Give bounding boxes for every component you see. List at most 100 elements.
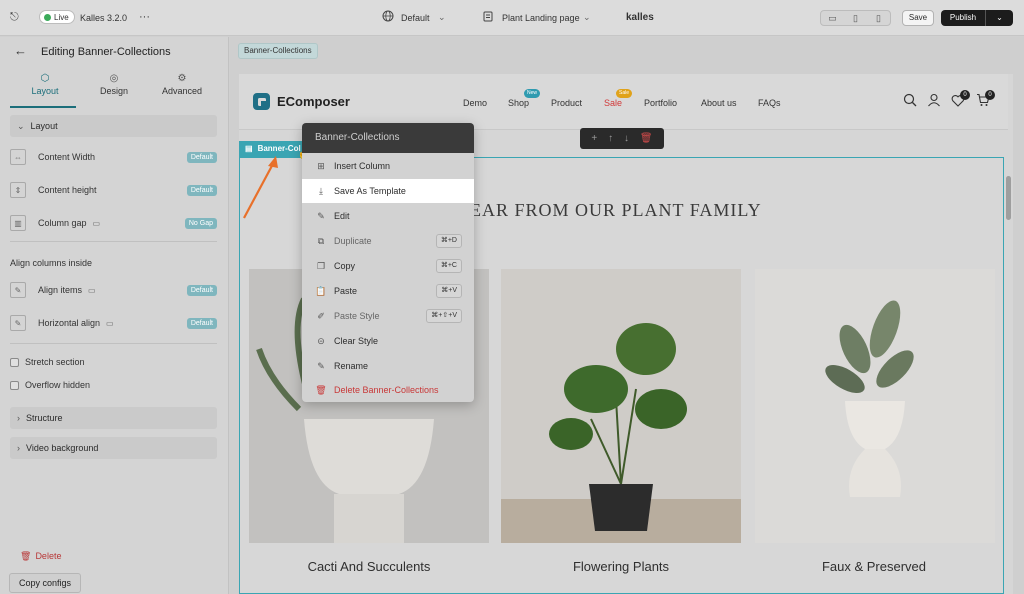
- theme-name: Kalles 3.2.0: [80, 13, 128, 23]
- page-select[interactable]: Plant Landing page: [502, 13, 580, 23]
- menu-item-copy[interactable]: ❐ Copy ⌘+C: [302, 254, 474, 278]
- align-items-row[interactable]: ✎ Align items ▭ Default: [10, 279, 217, 301]
- copy-configs-button[interactable]: Copy configs: [9, 573, 82, 593]
- value-badge[interactable]: Default: [186, 151, 217, 163]
- paste-icon: 📋: [315, 285, 327, 296]
- move-up-icon[interactable]: ↑: [608, 133, 613, 144]
- value-badge[interactable]: Default: [186, 317, 217, 329]
- breadcrumb[interactable]: Banner-Collections: [238, 43, 318, 59]
- collection-card-image[interactable]: [501, 269, 741, 543]
- row-label: Align items: [38, 285, 83, 295]
- mobile-icon[interactable]: ▯: [867, 11, 890, 25]
- menu-item-rename[interactable]: ✎ Rename: [302, 354, 474, 378]
- search-icon[interactable]: [903, 93, 917, 109]
- tab-advanced[interactable]: ⚙ Advanced: [150, 73, 214, 96]
- menu-item-insert-column[interactable]: ⊞ Insert Column: [302, 154, 474, 178]
- collection-card-title[interactable]: Flowering Plants: [501, 559, 741, 574]
- value-badge[interactable]: Default: [186, 184, 217, 196]
- globe-icon[interactable]: [382, 10, 394, 24]
- publish-button[interactable]: Publish: [941, 10, 985, 26]
- pencil-icon: ✎: [10, 315, 26, 331]
- row-label: Content height: [38, 185, 97, 195]
- nav-item-portfolio[interactable]: Portfolio: [644, 98, 677, 108]
- device-switcher: ▭ ▯ ▯: [820, 10, 891, 26]
- delete-button[interactable]: 🗑 Delete: [20, 551, 61, 562]
- save-button[interactable]: Save: [902, 10, 934, 26]
- menu-item-clear-style[interactable]: ⊝ Clear Style: [302, 329, 474, 353]
- menu-item-paste[interactable]: 📋 Paste ⌘+V: [302, 279, 474, 303]
- menu-item-label: Paste Style: [334, 311, 380, 321]
- layout-section-header[interactable]: ⌄ Layout: [10, 115, 217, 137]
- stretch-section-row[interactable]: Stretch section: [10, 351, 217, 373]
- desktop-icon[interactable]: ▭: [821, 11, 844, 25]
- exit-icon[interactable]: ⎋: [10, 11, 19, 24]
- value-badge[interactable]: No Gap: [184, 217, 217, 229]
- section-heading[interactable]: EAR FROM OUR PLANT FAMILY: [470, 200, 762, 221]
- move-down-icon[interactable]: ↓: [624, 133, 629, 144]
- menu-item-label: Rename: [334, 361, 369, 371]
- menu-item-label: Paste: [334, 286, 358, 296]
- collection-card-image[interactable]: [755, 269, 995, 543]
- section-label: Layout: [30, 121, 58, 131]
- desktop-icon: ▭: [106, 318, 114, 328]
- section-label: Structure: [26, 413, 63, 423]
- nav-item-faqs[interactable]: FAQs: [758, 98, 781, 108]
- context-menu: Banner-Collections ⊞ Insert Column ⤓ Sav…: [302, 123, 474, 402]
- structure-section-header[interactable]: › Structure: [10, 407, 217, 429]
- sidebar-title: Editing Banner-Collections: [41, 46, 171, 58]
- video-background-section-header[interactable]: › Video background: [10, 437, 217, 459]
- nav-item-product[interactable]: Product: [551, 98, 582, 108]
- user-icon[interactable]: [927, 93, 941, 109]
- divider: [10, 241, 217, 242]
- nav-item-sale[interactable]: Sale: [604, 98, 622, 108]
- tab-layout[interactable]: ⬡ Layout: [13, 73, 77, 96]
- menu-item-duplicate[interactable]: ⧉ Duplicate ⌘+D: [302, 229, 474, 253]
- chevron-right-icon: ›: [17, 443, 20, 453]
- trash-icon: 🗑: [315, 384, 327, 395]
- checkbox[interactable]: [10, 357, 19, 367]
- value-badge[interactable]: Default: [186, 284, 217, 296]
- publish-dropdown-button[interactable]: ⌄: [985, 10, 1013, 26]
- language-select[interactable]: Default: [401, 13, 430, 23]
- layout-icon: ⬡: [40, 73, 50, 84]
- checkbox[interactable]: [10, 380, 19, 390]
- menu-item-paste-style[interactable]: ✐ Paste Style ⌘+⇧+V: [302, 304, 474, 328]
- menu-item-label: Insert Column: [334, 161, 391, 171]
- trash-icon[interactable]: 🗑: [640, 133, 653, 144]
- menu-item-label: Clear Style: [334, 336, 379, 346]
- site-logo[interactable]: EComposer: [277, 94, 350, 109]
- scrollbar[interactable]: [1006, 176, 1011, 220]
- rename-icon: ✎: [317, 360, 325, 371]
- menu-item-delete[interactable]: 🗑 Delete Banner-Collections: [302, 378, 474, 402]
- chevron-down-icon[interactable]: ⌄: [438, 12, 446, 23]
- collection-card-title[interactable]: Cacti And Succulents: [249, 559, 489, 574]
- logo-icon: [253, 93, 270, 112]
- gap-icon: ▥: [10, 215, 26, 231]
- menu-item-edit[interactable]: ✎ Edit: [302, 204, 474, 228]
- page-icon: [483, 11, 493, 24]
- sale-badge: Sale: [616, 89, 633, 98]
- nav-item-shop[interactable]: Shop: [508, 98, 529, 108]
- nav-item-about[interactable]: About us: [701, 98, 737, 108]
- column-gap-row[interactable]: ▥ Column gap ▭ No Gap: [10, 212, 217, 234]
- content-height-row[interactable]: ⇕ Content height Default: [10, 179, 217, 201]
- menu-item-save-as-template[interactable]: ⤓ Save As Template: [302, 179, 474, 203]
- tab-design[interactable]: ◎ Design: [82, 73, 146, 96]
- add-icon[interactable]: +: [591, 133, 597, 144]
- gear-icon: ⚙: [177, 73, 187, 84]
- nav-item-demo[interactable]: Demo: [463, 98, 487, 108]
- row-label: Content Width: [38, 152, 96, 162]
- active-tab-underline: [10, 106, 76, 108]
- tablet-icon[interactable]: ▯: [844, 11, 867, 25]
- collection-card-title[interactable]: Faux & Preserved: [754, 559, 994, 574]
- back-arrow-icon[interactable]: ←: [14, 43, 27, 58]
- trash-icon: 🗑: [20, 551, 32, 561]
- horizontal-align-row[interactable]: ✎ Horizontal align ▭ Default: [10, 312, 217, 334]
- chevron-down-icon[interactable]: ⌄: [583, 12, 591, 23]
- chevron-right-icon: ›: [17, 413, 20, 423]
- settings-sidebar: ← Editing Banner-Collections ⬡ Layout ◎ …: [0, 37, 229, 594]
- desktop-icon: ▭: [88, 285, 96, 295]
- overflow-hidden-row[interactable]: Overflow hidden: [10, 374, 217, 396]
- more-menu-icon[interactable]: ···: [139, 11, 150, 23]
- content-width-row[interactable]: ⇔ Content Width Default: [10, 146, 217, 168]
